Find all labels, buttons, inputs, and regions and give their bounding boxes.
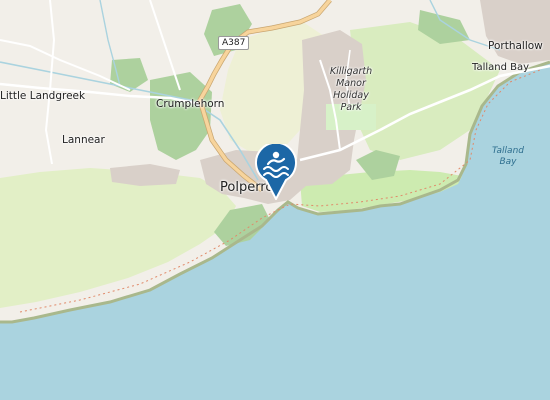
place-little-landgreek: Little Landgreek — [0, 90, 86, 102]
water-label-talland-bay: Talland Bay — [488, 146, 528, 168]
park-label-line: Killigarth — [329, 66, 373, 77]
holiday-park-label: Killigarth Manor Holiday Park — [322, 66, 380, 114]
water-label-line: Talland — [491, 146, 524, 156]
place-talland-bay: Talland Bay — [472, 62, 530, 73]
road-shield-a387: A387 — [218, 36, 250, 50]
place-lannear: Lannear — [62, 134, 105, 146]
place-crumplehorn: Crumplehorn — [156, 98, 225, 110]
map-canvas[interactable]: Porthallow Talland Bay Little Landgreek … — [0, 0, 550, 400]
map-marker[interactable] — [254, 141, 298, 202]
swimming-icon — [255, 141, 297, 202]
park-label-line: Park — [340, 102, 362, 113]
park-label-line: Holiday — [333, 90, 369, 101]
place-porthallow: Porthallow — [488, 40, 543, 52]
park-label-line: Manor — [336, 78, 366, 89]
water-label-line: Bay — [499, 157, 517, 167]
